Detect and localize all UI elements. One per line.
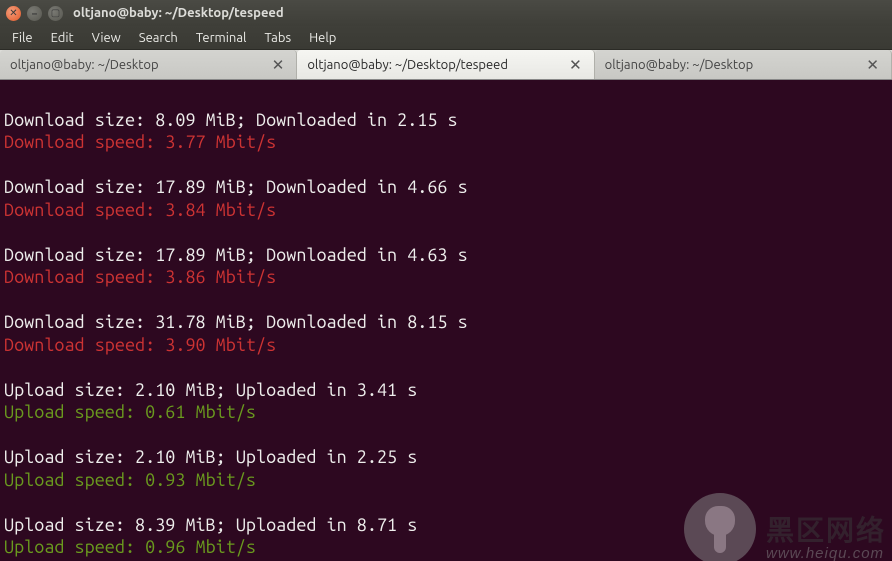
terminal-area[interactable]: Download size: 8.09 MiB; Downloaded in 2… [0, 80, 892, 561]
menu-help[interactable]: Help [301, 29, 344, 47]
blank-line [4, 424, 888, 447]
download-speed: Download speed: 3.84 Mbit/s [4, 199, 888, 222]
upload-info: Upload size: 2.10 MiB; Uploaded in 2.25 … [4, 446, 888, 469]
maximize-icon[interactable]: ▢ [48, 6, 63, 21]
menu-file[interactable]: File [4, 29, 41, 47]
window-title: oltjano@baby: ~/Desktop/tespeed [73, 6, 284, 20]
upload-speed: Upload speed: 0.61 Mbit/s [4, 401, 888, 424]
minimize-icon[interactable]: – [27, 6, 42, 21]
tabbar: oltjano@baby: ~/Desktop ✕ oltjano@baby: … [0, 50, 892, 80]
download-info: Download size: 17.89 MiB; Downloaded in … [4, 176, 888, 199]
window-buttons: ✕ – ▢ [6, 6, 63, 21]
tab-close-icon[interactable]: ✕ [864, 56, 881, 74]
blank-line [4, 356, 888, 379]
download-info: Download size: 17.89 MiB; Downloaded in … [4, 244, 888, 267]
blank-line [4, 289, 888, 312]
close-icon[interactable]: ✕ [6, 6, 21, 21]
download-info: Download size: 31.78 MiB; Downloaded in … [4, 311, 888, 334]
upload-speed: Upload speed: 0.96 Mbit/s [4, 536, 888, 559]
menu-tabs[interactable]: Tabs [256, 29, 299, 47]
blank-line [4, 86, 888, 109]
tab-label: oltjano@baby: ~/Desktop [10, 58, 159, 72]
upload-speed: Upload speed: 0.93 Mbit/s [4, 469, 888, 492]
download-info: Download size: 8.09 MiB; Downloaded in 2… [4, 109, 888, 132]
upload-info: Upload size: 8.39 MiB; Uploaded in 8.71 … [4, 514, 888, 537]
menubar: File Edit View Search Terminal Tabs Help [0, 26, 892, 50]
upload-info: Upload size: 2.10 MiB; Uploaded in 3.41 … [4, 379, 888, 402]
tab-label: oltjano@baby: ~/Desktop [605, 58, 754, 72]
menu-terminal[interactable]: Terminal [188, 29, 255, 47]
tab-close-icon[interactable]: ✕ [270, 56, 287, 74]
tab-close-icon[interactable]: ✕ [567, 56, 584, 74]
tab-tespeed[interactable]: oltjano@baby: ~/Desktop/tespeed ✕ [297, 50, 594, 79]
tab-desktop-1[interactable]: oltjano@baby: ~/Desktop ✕ [0, 50, 297, 79]
download-speed: Download speed: 3.86 Mbit/s [4, 266, 888, 289]
tab-desktop-2[interactable]: oltjano@baby: ~/Desktop ✕ [595, 50, 892, 79]
blank-line [4, 221, 888, 244]
blank-line [4, 154, 888, 177]
menu-edit[interactable]: Edit [43, 29, 82, 47]
download-speed: Download speed: 3.90 Mbit/s [4, 334, 888, 357]
tab-label: oltjano@baby: ~/Desktop/tespeed [307, 58, 508, 72]
menu-view[interactable]: View [84, 29, 129, 47]
menu-search[interactable]: Search [131, 29, 186, 47]
download-speed: Download speed: 3.77 Mbit/s [4, 131, 888, 154]
blank-line [4, 491, 888, 514]
titlebar: ✕ – ▢ oltjano@baby: ~/Desktop/tespeed [0, 0, 892, 26]
